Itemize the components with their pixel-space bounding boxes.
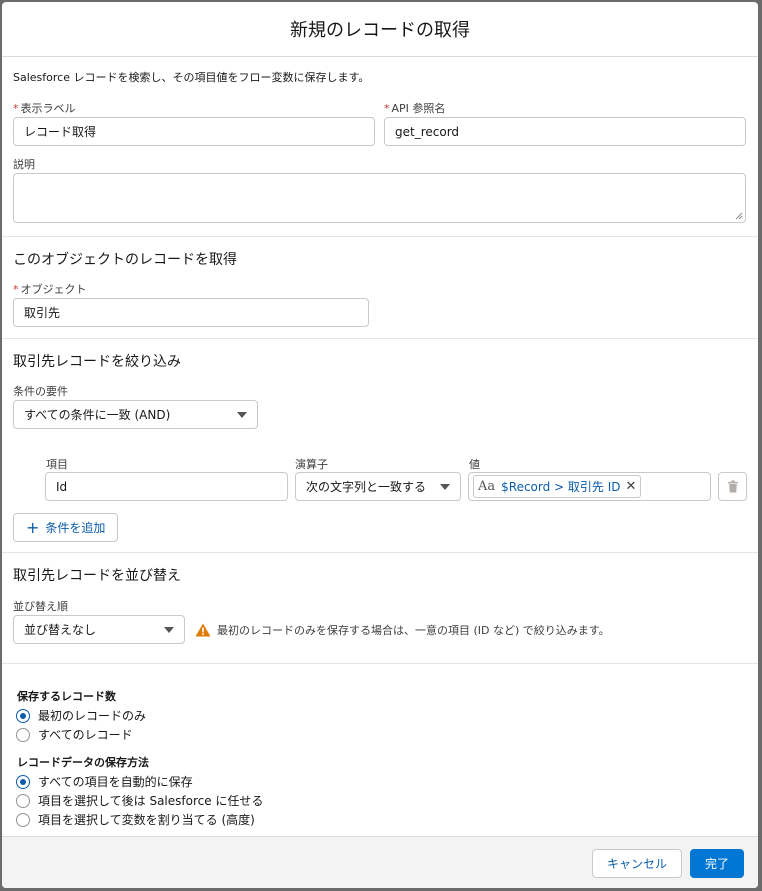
done-button[interactable]: 完了 bbox=[689, 849, 744, 878]
delete-condition-button[interactable] bbox=[718, 472, 747, 501]
condition-requirement-label: 条件の要件 bbox=[13, 385, 68, 398]
cancel-button[interactable]: キャンセル bbox=[591, 849, 682, 878]
object-input-value: 取引先 bbox=[24, 306, 61, 320]
label-field-label: * 表示ラベル bbox=[13, 100, 76, 116]
divider bbox=[2, 552, 758, 553]
chevron-down-icon bbox=[164, 626, 174, 633]
condition-field-value: Id bbox=[56, 479, 68, 494]
api-name-input[interactable]: get_record bbox=[384, 117, 746, 146]
divider bbox=[2, 663, 758, 664]
radio-choose-fields-variables[interactable]: 項目を選択して変数を割り当てる (高度) bbox=[16, 811, 255, 828]
warning-icon bbox=[195, 623, 211, 637]
description-textarea[interactable] bbox=[13, 173, 746, 223]
required-mark: * bbox=[13, 102, 19, 115]
add-condition-button[interactable]: + 条件を追加 bbox=[13, 513, 119, 542]
radio-all-records[interactable]: すべてのレコード bbox=[16, 726, 133, 743]
chevron-down-icon bbox=[440, 483, 450, 490]
modal-description: Salesforce レコードを検索し、その項目値をフロー変数に保存します。 bbox=[13, 71, 370, 84]
condition-operator-select[interactable]: 次の文字列と一致する bbox=[295, 472, 461, 501]
condition-value-pill[interactable]: Aa $Record > 取引先 ID ✕ bbox=[473, 475, 642, 498]
plus-icon: + bbox=[26, 517, 40, 537]
condition-operator-value: 次の文字列と一致する bbox=[306, 480, 427, 494]
condition-requirement-select[interactable]: すべての条件に一致 (AND) bbox=[13, 400, 258, 429]
sort-order-value: 並び替えなし bbox=[24, 623, 97, 637]
required-mark: * bbox=[13, 283, 19, 296]
radio-button[interactable] bbox=[16, 812, 30, 827]
condition-value-pill-label: $Record > 取引先 ID bbox=[501, 480, 621, 494]
radio-label: 最初のレコードのみ bbox=[38, 709, 147, 723]
radio-button[interactable] bbox=[16, 727, 30, 742]
sort-warning-text: 最初のレコードのみを保存する場合は、一意の項目 (ID など) で絞り込みます。 bbox=[217, 624, 610, 637]
chevron-down-icon bbox=[237, 411, 247, 418]
required-mark: * bbox=[384, 102, 390, 115]
radio-label: 項目を選択して後は Salesforce に任せる bbox=[38, 794, 264, 808]
divider bbox=[2, 338, 758, 339]
radio-button[interactable] bbox=[16, 774, 30, 789]
radio-label: すべてのレコード bbox=[38, 728, 133, 742]
trash-icon bbox=[727, 480, 738, 493]
add-condition-label: 条件を追加 bbox=[45, 521, 106, 535]
close-icon[interactable]: ✕ bbox=[626, 479, 637, 494]
radio-choose-fields-salesforce[interactable]: 項目を選択して後は Salesforce に任せる bbox=[16, 792, 263, 809]
text-type-icon: Aa bbox=[478, 479, 496, 494]
modal: 新規のレコードの取得 Salesforce レコードを検索し、その項目値をフロー… bbox=[2, 2, 758, 888]
column-operator-label: 演算子 bbox=[295, 458, 328, 471]
divider bbox=[2, 236, 758, 237]
column-field-label: 項目 bbox=[46, 458, 68, 471]
radio-label: すべての項目を自動的に保存 bbox=[38, 775, 193, 789]
radio-button[interactable] bbox=[16, 708, 30, 723]
condition-requirement-value: すべての条件に一致 (AND) bbox=[24, 408, 171, 422]
resize-grip-icon[interactable] bbox=[735, 212, 743, 220]
store-count-title: 保存するレコード数 bbox=[17, 690, 116, 703]
label-input[interactable]: レコード取得 bbox=[13, 117, 375, 146]
sort-warning: 最初のレコードのみを保存する場合は、一意の項目 (ID など) で絞り込みます。 bbox=[195, 622, 610, 638]
object-field-label-text: オブジェクト bbox=[20, 283, 87, 296]
radio-button[interactable] bbox=[16, 793, 30, 808]
radio-label: 項目を選択して変数を割り当てる (高度) bbox=[38, 813, 255, 827]
modal-footer: キャンセル 完了 bbox=[2, 836, 758, 888]
sort-order-select[interactable]: 並び替えなし bbox=[13, 615, 185, 644]
radio-first-record[interactable]: 最初のレコードのみ bbox=[16, 707, 146, 724]
api-name-field-label-text: API 参照名 bbox=[391, 102, 446, 115]
condition-value-input[interactable]: Aa $Record > 取引先 ID ✕ bbox=[468, 472, 711, 501]
modal-header: 新規のレコードの取得 bbox=[2, 2, 758, 57]
sort-section-title: 取引先レコードを並び替え bbox=[13, 568, 181, 584]
description-field-label: 説明 bbox=[13, 158, 35, 171]
api-name-field-label: * API 参照名 bbox=[384, 100, 445, 116]
modal-title: 新規のレコードの取得 bbox=[290, 20, 470, 41]
label-field-label-text: 表示ラベル bbox=[20, 102, 76, 115]
condition-field-input[interactable]: Id bbox=[45, 472, 288, 501]
label-input-value: レコード取得 bbox=[24, 125, 97, 139]
object-section-title: このオブジェクトのレコードを取得 bbox=[13, 252, 237, 268]
api-name-input-value: get_record bbox=[395, 124, 460, 139]
store-method-title: レコードデータの保存方法 bbox=[17, 756, 149, 769]
sort-order-label: 並び替え順 bbox=[13, 600, 68, 613]
radio-auto-store[interactable]: すべての項目を自動的に保存 bbox=[16, 773, 193, 790]
column-value-label: 値 bbox=[469, 458, 480, 471]
filter-section-title: 取引先レコードを絞り込み bbox=[13, 354, 181, 370]
object-field-label: * オブジェクト bbox=[13, 281, 87, 297]
object-input[interactable]: 取引先 bbox=[13, 298, 369, 327]
